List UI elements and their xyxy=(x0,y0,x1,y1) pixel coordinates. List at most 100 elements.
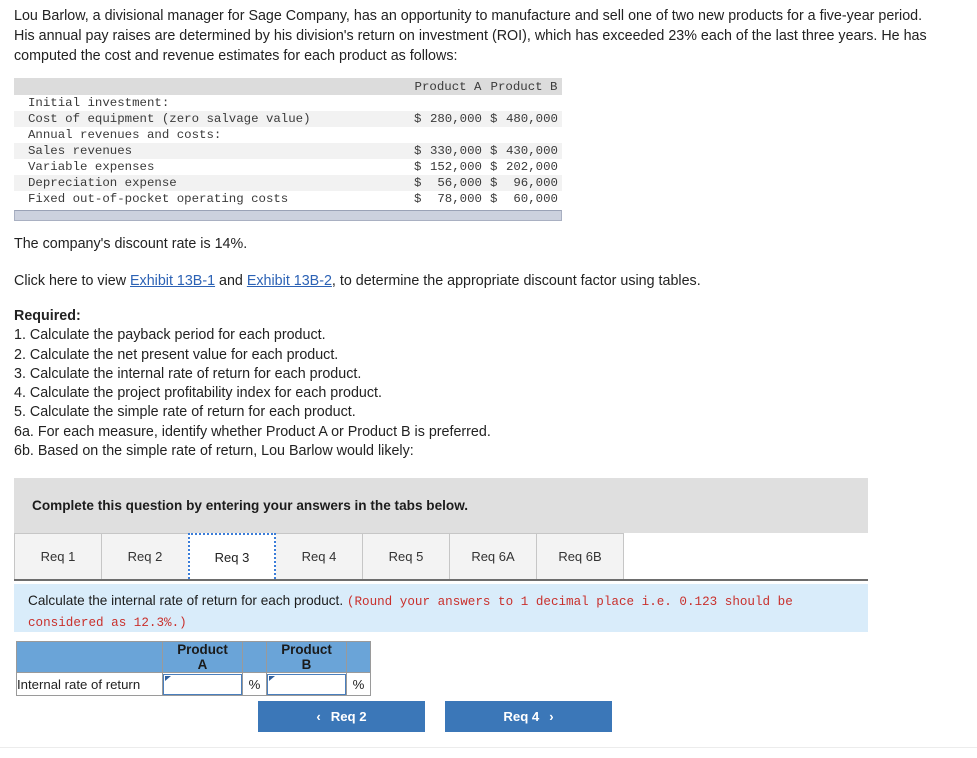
table-row: Sales revenues $330,000 $430,000 xyxy=(14,143,562,159)
tab-req-3[interactable]: Req 3 xyxy=(188,533,276,579)
product-b-input-cell[interactable] xyxy=(266,672,347,696)
tab-label: Req 1 xyxy=(40,549,76,564)
tab-req-6a[interactable]: Req 6A xyxy=(449,533,537,579)
product-a-currency: $ xyxy=(414,192,422,206)
financial-table-body: Initial investment: Cost of equipment (ze… xyxy=(14,95,562,207)
product-a-currency xyxy=(410,127,424,143)
required-heading: Required: xyxy=(14,308,81,324)
requirement-tabs: Req 1 Req 2 Req 3 Req 4 Req 5 Req 6A Req 6B xyxy=(14,533,868,583)
product-b-value: 202,000 xyxy=(505,160,558,174)
complete-question-banner: Complete this question by entering your … xyxy=(14,478,868,533)
product-b-currency: $ xyxy=(486,143,500,159)
required-item: 5. Calculate the simple rate of return f… xyxy=(14,404,356,421)
product-b-input-wrapper[interactable] xyxy=(267,673,346,695)
table-row: Depreciation expense $56,000 $96,000 xyxy=(14,175,562,191)
required-item: 4. Calculate the project profitability i… xyxy=(14,385,382,402)
row-label: Depreciation expense xyxy=(14,175,410,191)
product-a-input-wrapper[interactable] xyxy=(163,673,242,695)
exhibit-13b-2-link[interactable]: Exhibit 13B-2 xyxy=(247,273,332,289)
answer-row-label: Internal rate of return xyxy=(16,672,163,696)
tab-label: Req 5 xyxy=(388,549,424,564)
product-a-input-cell[interactable] xyxy=(162,672,243,696)
product-a-currency: $ xyxy=(410,175,424,191)
answer-table-header-row: Product A Product B xyxy=(16,641,371,673)
product-b-value: 60,000 xyxy=(513,192,558,206)
chevron-left-icon: ‹ xyxy=(316,709,321,724)
tab-list: Req 1 Req 2 Req 3 Req 4 Req 5 Req 6A Req 6B xyxy=(14,533,624,579)
product-b-value xyxy=(500,95,562,111)
tab-req-4[interactable]: Req 4 xyxy=(275,533,363,579)
exhibit-middle: and xyxy=(215,273,247,289)
tab-label: Req 6B xyxy=(558,549,602,564)
product-a-currency: $ xyxy=(410,111,424,127)
tab-label: Req 3 xyxy=(214,549,250,565)
page-bottom-divider xyxy=(0,747,977,748)
instruction-text: Calculate the internal rate of return fo… xyxy=(28,593,347,608)
required-item: 3. Calculate the internal rate of return… xyxy=(14,365,362,382)
required-section: Required: 1. Calculate the payback perio… xyxy=(14,307,491,461)
answer-header-unit-b xyxy=(346,641,371,673)
product-b-currency: $ xyxy=(486,175,500,191)
answer-table-container: Product A Product B Internal rate of ret… xyxy=(16,641,371,696)
product-a-value xyxy=(424,127,486,143)
column-header-blank xyxy=(14,78,410,95)
product-a-value: 78,000 xyxy=(437,192,482,206)
next-requirement-label: Req 4 xyxy=(503,709,540,724)
product-b-unit: % xyxy=(346,672,371,696)
column-header-product-b: Product B xyxy=(486,78,562,95)
product-a-value xyxy=(424,95,486,111)
table-row: Initial investment: xyxy=(14,95,562,111)
table-row: Fixed out-of-pocket operating costs $78,0… xyxy=(14,191,562,207)
product-b-value: 430,000 xyxy=(500,143,562,159)
required-item: 1. Calculate the payback period for each… xyxy=(14,327,326,344)
table-row: Annual revenues and costs: xyxy=(14,127,562,143)
row-label: Sales revenues xyxy=(14,143,410,159)
product-a-currency: $ xyxy=(414,160,422,174)
product-a-value: 330,000 xyxy=(424,143,486,159)
exhibit-suffix: , to determine the appropriate discount … xyxy=(331,273,701,289)
next-requirement-button[interactable]: Req 4 › xyxy=(445,701,612,732)
tab-req-2[interactable]: Req 2 xyxy=(101,533,189,579)
tab-req-6b[interactable]: Req 6B xyxy=(536,533,624,579)
answer-header-blank xyxy=(16,641,163,673)
prev-requirement-button[interactable]: ‹ Req 2 xyxy=(258,701,425,732)
row-label: Fixed out-of-pocket operating costs xyxy=(28,192,289,206)
tab-req-1[interactable]: Req 1 xyxy=(14,533,102,579)
table-header-row: Product A Product B xyxy=(14,78,562,95)
chevron-right-icon: › xyxy=(549,709,554,724)
requirement-instruction-panel: Calculate the internal rate of return fo… xyxy=(14,584,868,632)
required-item: 2. Calculate the net present value for e… xyxy=(14,346,339,363)
product-a-value: 280,000 xyxy=(424,111,486,127)
row-label: Initial investment: xyxy=(28,96,170,110)
exhibit-13b-1-link[interactable]: Exhibit 13B-1 xyxy=(130,273,215,289)
product-b-currency: $ xyxy=(490,192,498,206)
product-b-currency xyxy=(486,127,500,143)
row-label: Annual revenues and costs: xyxy=(28,128,222,142)
product-b-currency xyxy=(486,95,500,111)
product-b-currency: $ xyxy=(490,160,498,174)
product-b-currency: $ xyxy=(486,111,500,127)
financial-data-table: Product A Product B Initial investment: C… xyxy=(14,78,562,207)
answer-header-product-a: Product A xyxy=(162,641,243,673)
product-a-value: 152,000 xyxy=(429,160,482,174)
requirement-navigation: ‹ Req 2 Req 4 › xyxy=(258,701,612,732)
problem-statement: Lou Barlow, a divisional manager for Sag… xyxy=(14,8,927,64)
product-b-value: 96,000 xyxy=(500,175,562,191)
product-a-currency xyxy=(410,95,424,111)
required-item: 6a. For each measure, identify whether P… xyxy=(14,423,491,440)
tab-req-5[interactable]: Req 5 xyxy=(362,533,450,579)
column-header-product-a: Product A xyxy=(410,78,486,95)
product-a-currency: $ xyxy=(410,143,424,159)
answer-header-unit-a xyxy=(242,641,267,673)
required-items-list: 1. Calculate the payback period for each… xyxy=(14,326,491,461)
discount-rate-text: The company's discount rate is 14%. xyxy=(14,236,248,252)
table-horizontal-scrollbar[interactable] xyxy=(14,210,562,221)
tab-label: Req 6A xyxy=(471,549,515,564)
product-a-unit: % xyxy=(242,672,267,696)
tab-label: Req 4 xyxy=(301,549,337,564)
complete-question-text: Complete this question by entering your … xyxy=(32,498,469,513)
row-label: Cost of equipment (zero salvage value) xyxy=(14,111,410,127)
table-row: Cost of equipment (zero salvage value) $2… xyxy=(14,111,562,127)
exhibit-links-line: Click here to view Exhibit 13B-1 and Exh… xyxy=(14,271,701,291)
answer-table-row: Internal rate of return % % xyxy=(16,672,371,696)
